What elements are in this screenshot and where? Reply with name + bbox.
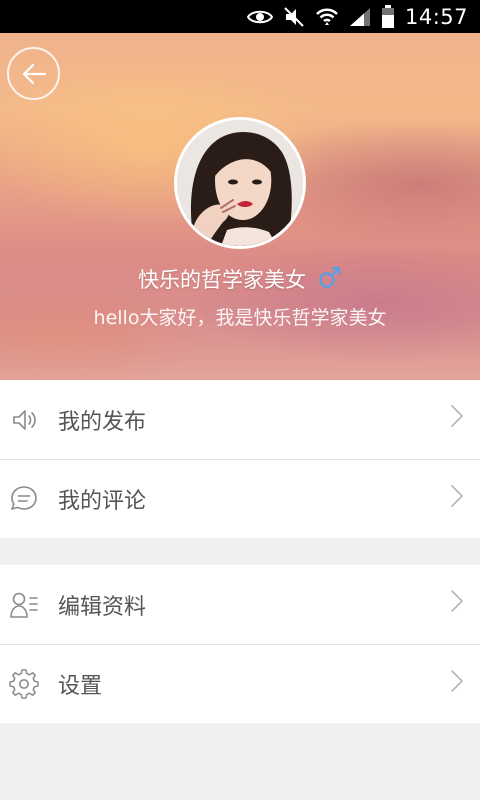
user-bio: hello大家好，我是快乐哲学家美女 [93, 307, 387, 329]
comment-icon [9, 484, 39, 514]
avatar-image [177, 120, 303, 246]
menu-item-label: 编辑资料 [58, 594, 147, 620]
mute-icon [284, 6, 304, 27]
user-name: 快乐的哲学家美女 [138, 268, 306, 292]
menu-item-edit-profile[interactable]: 编辑资料 [0, 565, 480, 644]
menu-item-label: 我的评论 [58, 489, 147, 514]
battery-icon [381, 4, 394, 28]
back-button[interactable] [7, 47, 60, 100]
menu-item-label: 设置 [58, 674, 103, 699]
gear-icon [9, 669, 39, 699]
speaker-icon [9, 405, 39, 435]
chevron-right-icon [451, 405, 463, 427]
wifi-icon [316, 8, 338, 25]
clock: 14:57 [404, 4, 468, 29]
male-icon [319, 266, 341, 288]
menu-item-label: 我的发布 [58, 409, 147, 435]
signal-icon [349, 7, 370, 26]
chevron-right-icon [451, 670, 463, 692]
profile-edit-icon [9, 590, 39, 620]
profile-header: 快乐的哲学家美女 hello大家好，我是快乐哲学家美女 [0, 33, 480, 380]
menu-item-my-posts[interactable]: 我的发布 [0, 380, 480, 459]
eye-icon [246, 10, 273, 23]
menu-item-my-comments[interactable]: 我的评论 [0, 459, 480, 538]
menu-item-settings[interactable]: 设置 [0, 644, 480, 723]
status-bar: 14:57 [0, 0, 480, 33]
avatar[interactable] [174, 117, 306, 249]
chevron-right-icon [451, 590, 463, 612]
menu-group-activity: 我的发布 我的评论 [0, 380, 480, 538]
arrow-left-icon [22, 63, 46, 84]
name-row: 快乐的哲学家美女 [0, 261, 480, 297]
menu-group-account: 编辑资料 设置 [0, 565, 480, 723]
chevron-right-icon [451, 485, 463, 507]
